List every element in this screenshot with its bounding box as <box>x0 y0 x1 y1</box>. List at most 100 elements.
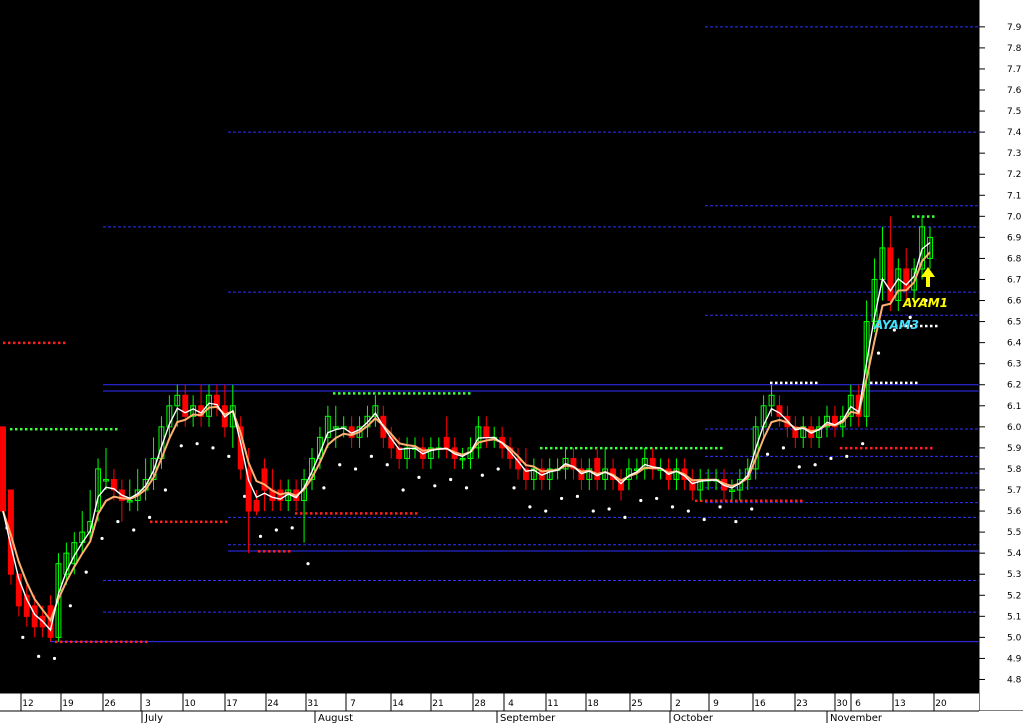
level-dot <box>725 499 728 503</box>
level-dot <box>160 520 163 524</box>
level-dot <box>443 392 446 395</box>
level-dot <box>680 446 683 450</box>
level-dot <box>408 392 411 395</box>
candle-body <box>0 426 6 512</box>
level-dot <box>915 446 918 450</box>
level-dot <box>135 640 138 644</box>
y-tick-label: 5.9 <box>1007 444 1022 454</box>
level-dot <box>413 392 416 395</box>
level-dot <box>195 520 198 524</box>
level-dot <box>650 446 653 450</box>
y-tick-label: 6.8 <box>1007 254 1022 264</box>
stop-dot <box>274 528 278 532</box>
level-dot <box>3 341 6 345</box>
y-tick-label: 5.2 <box>1007 591 1021 601</box>
stop-dot <box>52 656 57 661</box>
level-dot <box>200 520 203 524</box>
stop-dot <box>623 515 627 519</box>
level-dot <box>155 520 158 524</box>
level-dot <box>70 640 73 644</box>
stop-dot <box>68 604 72 608</box>
level-dot <box>105 427 108 431</box>
level-dot <box>418 392 421 395</box>
level-dot <box>90 427 93 431</box>
level-dot <box>745 499 748 503</box>
level-dot <box>258 550 261 553</box>
y-tick-label: 6.9 <box>1007 233 1022 243</box>
level-dot <box>800 499 803 503</box>
date-tick-label: 16 <box>754 699 766 709</box>
date-tick-label: 24 <box>267 699 279 709</box>
level-dot <box>610 446 613 450</box>
stop-dot <box>322 486 326 490</box>
y-tick-label: 6.2 <box>1007 381 1021 391</box>
level-dot <box>755 499 758 503</box>
level-dot <box>560 446 563 450</box>
stop-dot <box>686 509 690 513</box>
level-dot <box>895 446 898 450</box>
level-dot <box>870 381 873 385</box>
level-dot <box>720 499 723 503</box>
y-tick-label: 7.5 <box>1007 107 1021 117</box>
level-dot <box>453 392 456 395</box>
y-tick-label: 6.0 <box>1007 423 1022 433</box>
candle-body <box>887 247 894 302</box>
y-tick-label: 7.2 <box>1007 170 1021 180</box>
level-dot <box>55 427 58 431</box>
level-dot <box>75 640 78 644</box>
date-tick-label: 18 <box>587 699 599 709</box>
date-tick-label: 2 <box>675 699 681 709</box>
level-dot <box>25 427 28 431</box>
level-dot <box>8 341 11 345</box>
stop-dot <box>797 465 801 469</box>
level-dot <box>865 446 868 450</box>
level-dot <box>705 499 708 503</box>
level-dot <box>120 640 123 644</box>
level-dot <box>912 215 915 218</box>
stop-dot <box>591 509 595 513</box>
y-tick-label: 5.6 <box>1007 507 1022 517</box>
level-dot <box>320 512 323 515</box>
stop-dot <box>845 454 849 458</box>
stop-dot <box>179 444 183 448</box>
level-dot <box>910 381 913 385</box>
level-dot <box>115 640 118 644</box>
level-dot <box>333 392 336 395</box>
level-dot <box>60 427 63 431</box>
level-dot <box>65 640 68 644</box>
level-dot <box>15 427 18 431</box>
level-dot <box>220 520 223 524</box>
level-dot <box>930 324 933 328</box>
level-dot <box>268 550 271 553</box>
level-dot <box>190 520 193 524</box>
stop-dot <box>258 534 263 538</box>
month-label: October <box>673 713 714 723</box>
level-dot <box>720 446 723 450</box>
level-dot <box>600 446 603 450</box>
level-dot <box>85 640 88 644</box>
y-tick-label: 5.8 <box>1007 465 1022 475</box>
level-dot <box>780 381 783 385</box>
y-tick-label: 7.8 <box>1007 44 1022 54</box>
level-dot <box>70 427 73 431</box>
level-dot <box>775 499 778 503</box>
date-tick-label: 17 <box>226 699 237 709</box>
candle-body <box>253 500 260 512</box>
date-tick-label: 10 <box>184 699 196 709</box>
level-dot <box>80 427 83 431</box>
level-dot <box>468 392 471 395</box>
level-dot <box>205 520 208 524</box>
y-tick-label: 5.0 <box>1007 633 1022 643</box>
stop-dot <box>163 488 168 492</box>
candle-body <box>903 268 910 291</box>
level-dot <box>770 381 773 385</box>
level-dot <box>215 520 218 524</box>
level-dot <box>620 446 623 450</box>
level-dot <box>845 446 848 450</box>
level-dot <box>925 324 928 328</box>
level-dot <box>18 341 21 345</box>
level-dot <box>373 392 376 395</box>
date-tick-label: 31 <box>307 699 318 709</box>
level-dot <box>58 341 61 345</box>
level-dot <box>100 640 103 644</box>
